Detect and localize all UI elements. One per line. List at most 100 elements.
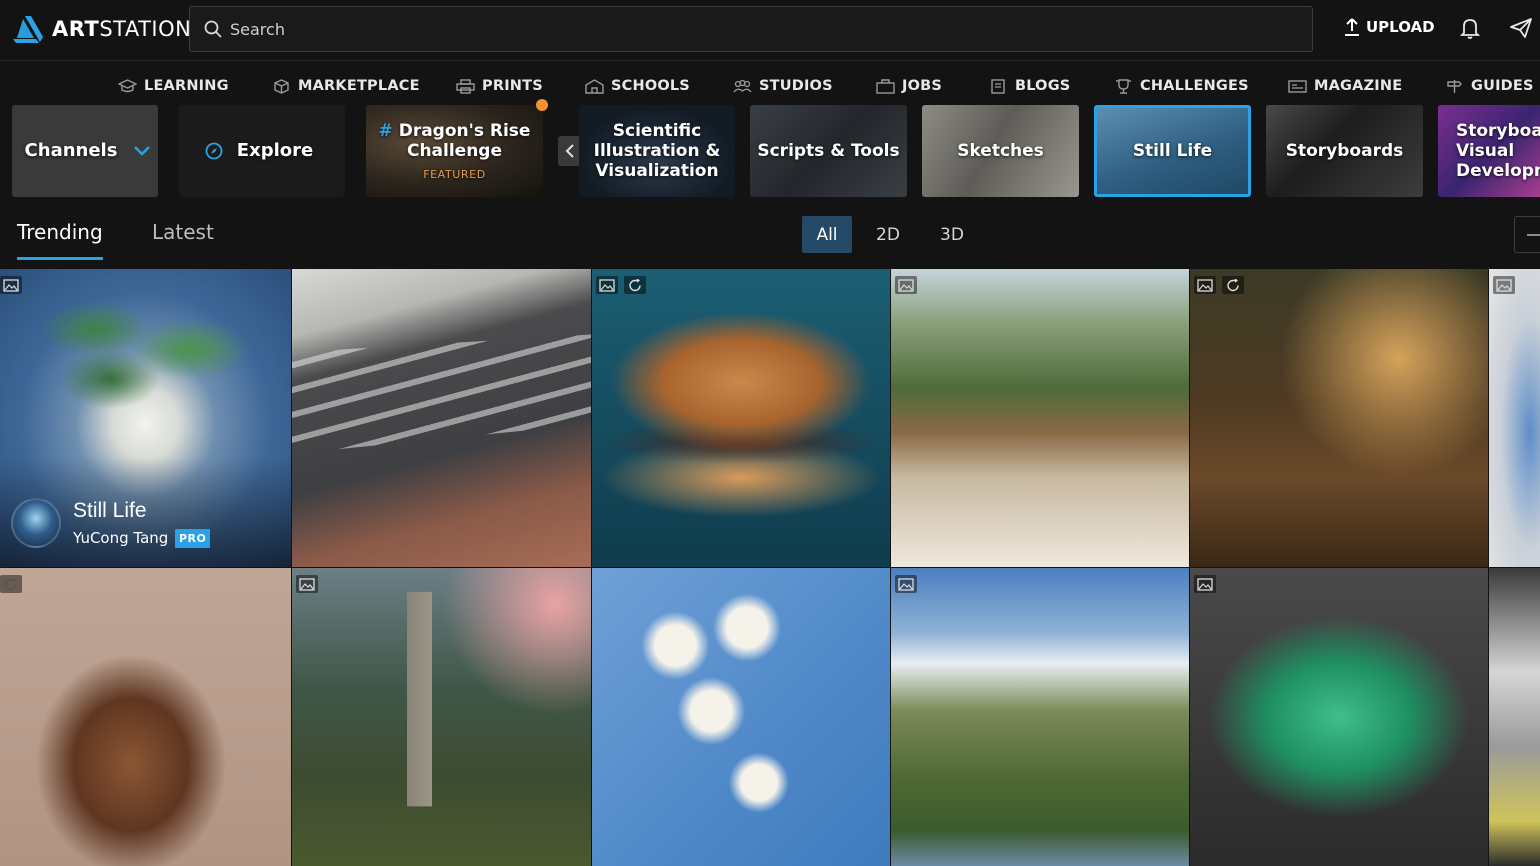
artwork-tile[interactable]	[592, 568, 890, 866]
image-icon	[1493, 276, 1515, 294]
artwork-badges	[0, 276, 22, 294]
image-icon	[1194, 276, 1216, 294]
upload-button[interactable]: UPLOAD	[1344, 18, 1435, 36]
image-icon	[296, 575, 318, 593]
nav-label: MAGAZINE	[1314, 78, 1403, 94]
artwork-image	[592, 568, 890, 866]
channel-label: Storyboards	[1285, 141, 1404, 161]
artwork-tile[interactable]	[0, 568, 291, 866]
channel-storyboards[interactable]: Storyboards	[1266, 105, 1423, 197]
nav-schools[interactable]: SCHOOLS	[585, 78, 690, 94]
featured-challenge-channel[interactable]: # Dragon's Rise Challenge FEATURED	[366, 105, 543, 197]
nav-learning[interactable]: LEARNING	[118, 78, 229, 94]
channel-sketches[interactable]: Sketches	[922, 105, 1079, 197]
channel-label: Sketches	[957, 141, 1044, 161]
artstation-logo-icon	[13, 16, 43, 43]
signpost-icon	[1447, 79, 1462, 93]
nav-label: LEARNING	[144, 78, 229, 94]
document-icon	[991, 78, 1005, 94]
artwork-image	[891, 568, 1189, 866]
artwork-image	[1489, 269, 1540, 567]
channel-scientific-illustration[interactable]: Scientific Illustration & Visualization	[579, 105, 735, 197]
nav-blogs[interactable]: BLOGS	[989, 78, 1070, 94]
rotate-3d-icon	[0, 575, 22, 593]
artwork-tile[interactable]	[1190, 269, 1488, 567]
filter-all[interactable]: All	[802, 216, 852, 253]
featured-challenge-title: Dragon's Rise Challenge	[398, 121, 531, 161]
artwork-title[interactable]: Still Life	[73, 499, 147, 523]
trophy-icon	[1116, 78, 1131, 94]
top-bar: ARTSTATION UPLOAD	[0, 0, 1540, 58]
nav-label: STUDIOS	[759, 78, 833, 94]
tab-latest[interactable]: Latest	[152, 220, 214, 244]
channels-dropdown-button[interactable]: Channels	[12, 105, 158, 197]
header-divider	[0, 60, 1540, 61]
artwork-image	[891, 269, 1189, 567]
rotate-3d-icon	[624, 276, 646, 294]
artwork-badges	[296, 575, 318, 593]
channel-scripts-tools[interactable]: Scripts & Tools	[750, 105, 907, 197]
school-building-icon	[585, 78, 604, 94]
nav-guides[interactable]: GUIDES	[1445, 78, 1534, 94]
artwork-tile[interactable]	[891, 269, 1189, 567]
pro-badge: PRO	[175, 529, 211, 548]
nav-jobs[interactable]: JOBS	[876, 78, 942, 94]
newspaper-icon	[1288, 79, 1307, 93]
upload-label: UPLOAD	[1366, 18, 1435, 36]
artwork-tile[interactable]	[1190, 568, 1488, 866]
image-icon	[895, 276, 917, 294]
search-input[interactable]	[230, 19, 1130, 39]
compass-icon	[205, 142, 223, 160]
collapse-button[interactable]	[1514, 216, 1540, 253]
artwork-author[interactable]: YuCong Tang	[73, 529, 168, 547]
nav-prints[interactable]: PRINTS	[456, 78, 543, 94]
artwork-badges	[0, 575, 22, 593]
hash-icon: #	[378, 121, 393, 141]
artwork-image	[1489, 568, 1540, 866]
channel-label: Scientific Illustration & Visualization	[593, 121, 721, 181]
nav-marketplace[interactable]: MARKETPLACE	[272, 78, 420, 94]
artwork-image	[0, 568, 291, 866]
tab-trending[interactable]: Trending	[17, 220, 103, 244]
logo-text: ARTSTATION	[52, 17, 192, 41]
rotate-3d-icon	[1222, 276, 1244, 294]
active-tab-indicator	[17, 257, 103, 260]
paper-plane-icon[interactable]	[1509, 17, 1533, 39]
avatar[interactable]	[11, 498, 61, 548]
image-icon	[596, 276, 618, 294]
nav-studios[interactable]: STUDIOS	[733, 78, 833, 94]
artwork-tile[interactable]	[891, 568, 1189, 866]
artwork-tile[interactable]	[592, 269, 890, 567]
featured-challenge-text: # Dragon's Rise Challenge FEATURED	[366, 117, 543, 185]
explore-channel[interactable]: Explore	[179, 105, 345, 197]
artwork-tile[interactable]	[292, 568, 591, 866]
artstation-logo[interactable]: ARTSTATION	[12, 13, 191, 45]
channel-still-life[interactable]: Still Life	[1094, 105, 1251, 197]
channel-label: Storyboards Visual Development	[1456, 121, 1540, 181]
bell-icon[interactable]	[1459, 17, 1481, 39]
box-icon	[274, 78, 289, 94]
search-bar[interactable]	[189, 6, 1313, 52]
artwork-tile[interactable]	[1489, 269, 1540, 567]
nav-label: CHALLENGES	[1140, 78, 1249, 94]
artwork-image	[292, 568, 591, 866]
filter-3d[interactable]: 3D	[930, 216, 974, 253]
filter-2d[interactable]: 2D	[866, 216, 910, 253]
graduation-cap-icon	[118, 78, 137, 92]
artwork-badges	[1194, 276, 1244, 294]
artwork-badges	[596, 276, 646, 294]
artwork-image	[592, 269, 890, 567]
nav-label: BLOGS	[1015, 78, 1071, 94]
artwork-tile[interactable]	[1489, 568, 1540, 866]
image-icon	[1194, 575, 1216, 593]
nav-challenges[interactable]: CHALLENGES	[1114, 78, 1249, 94]
channels-prev-button[interactable]	[558, 136, 581, 166]
printer-icon	[456, 78, 475, 94]
artwork-badges	[1194, 575, 1216, 593]
channel-storyboards-visual-development[interactable]: Storyboards Visual Development	[1438, 105, 1540, 197]
nav-magazine[interactable]: MAGAZINE	[1288, 78, 1402, 94]
featured-tag: FEATURED	[423, 168, 486, 181]
nav-label: JOBS	[902, 78, 943, 94]
artwork-badges	[1493, 276, 1515, 294]
artwork-tile[interactable]	[292, 269, 591, 567]
